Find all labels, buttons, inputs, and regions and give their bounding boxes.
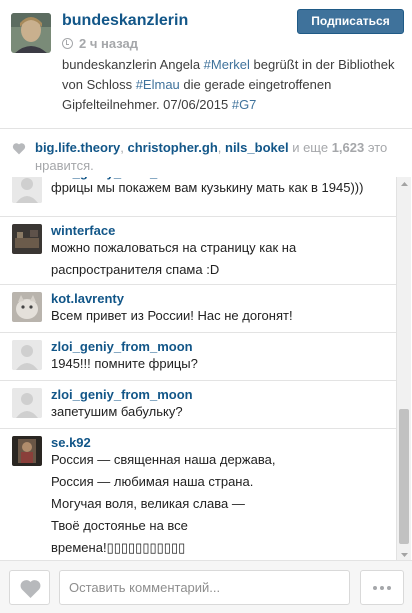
comment-username[interactable]: zloi_geniy_from_moon [51,387,193,402]
post-timestamp: 2 ч назад [62,36,138,51]
comments-scrollbar[interactable] [396,177,411,560]
comment-item: kot.lavrenty Всем привет из России! Нас … [0,289,396,329]
heart-icon [12,142,26,160]
comment-text: можно пожаловаться на страницу как на ра… [51,240,297,277]
more-options-button[interactable] [360,570,404,605]
heart-icon [20,580,41,598]
comment-text: запетушим бабульку? [51,404,183,419]
avatar[interactable] [12,340,42,370]
divider [0,128,412,129]
post-header: bundeskanzlerin 2 ч назад Подписаться bu… [0,0,412,128]
comment-username[interactable]: se.k92 [51,435,91,450]
hashtag-link[interactable]: #Merkel [204,57,250,72]
comment-item: zloi_geniy_from_moon фрицы мы покажем ва… [0,177,396,211]
divider [0,216,396,217]
scrollbar-thumb[interactable] [399,409,409,544]
avatar[interactable] [12,177,42,203]
comments-list[interactable]: zloi_geniy_from_moon фрицы мы покажем ва… [0,177,412,560]
like-button[interactable] [9,570,50,605]
comment-input[interactable] [59,570,350,605]
post-time-text: 2 ч назад [79,36,139,51]
comment-item: zloi_geniy_from_moon 1945!!! помните фри… [0,337,396,377]
likes-and-more: и еще [288,140,332,155]
comment-item: zloi_geniy_from_moon запетушим бабульку? [0,385,396,425]
scroll-down-icon[interactable] [397,548,412,560]
post-caption: bundeskanzlerin Angela #Merkel begrüßt i… [62,55,402,115]
likes-separator: , [217,140,225,155]
avatar[interactable] [12,292,42,322]
clock-icon [62,38,73,49]
avatar[interactable] [12,436,42,466]
comment-username[interactable]: winterface [51,223,115,238]
hashtag-link[interactable]: #Elmau [136,77,180,92]
comment-text-tofu: ▯▯▯▯▯▯▯▯▯▯▯ [106,540,186,555]
divider [0,428,396,429]
comment-text: Всем привет из России! Нас не догонят! [51,308,293,323]
comment-username[interactable]: zloi_geniy_from_moon [51,339,193,354]
comment-item: winterface можно пожаловаться на страниц… [0,221,396,281]
avatar[interactable] [12,388,42,418]
divider [0,332,396,333]
scroll-up-icon[interactable] [397,177,412,189]
more-icon [373,585,377,590]
liker-link[interactable]: big.life.theory [35,140,120,155]
comment-text: фрицы мы покажем вам кузькину мать как в… [51,180,364,195]
likes-text: big.life.theory, christopher.gh, nils_bo… [35,139,407,175]
likes-count[interactable]: 1,623 [332,140,365,155]
post-author-username[interactable]: bundeskanzlerin [62,12,188,30]
comment-item: se.k92 Россия — священная наша держава, … [0,433,396,560]
liker-link[interactable]: christopher.gh [127,140,217,155]
comment-text: Россия — священная наша держава, Россия … [51,449,396,559]
liker-link[interactable]: nils_bokel [225,140,289,155]
more-icon-dot [387,585,391,590]
comment-text: 1945!!! помните фрицы? [51,356,198,371]
divider [0,284,396,285]
comment-username[interactable]: kot.lavrenty [51,291,124,306]
comment-footer [0,560,412,613]
caption-text: bundeskanzlerin Angela [62,57,204,72]
divider [0,380,396,381]
follow-button[interactable]: Подписаться [297,9,404,34]
avatar[interactable] [12,224,42,254]
hashtag-link[interactable]: #G7 [232,97,257,112]
more-icon-dot [380,585,384,590]
likes-section: big.life.theory, christopher.gh, nils_bo… [0,133,412,177]
avatar[interactable] [11,13,51,53]
